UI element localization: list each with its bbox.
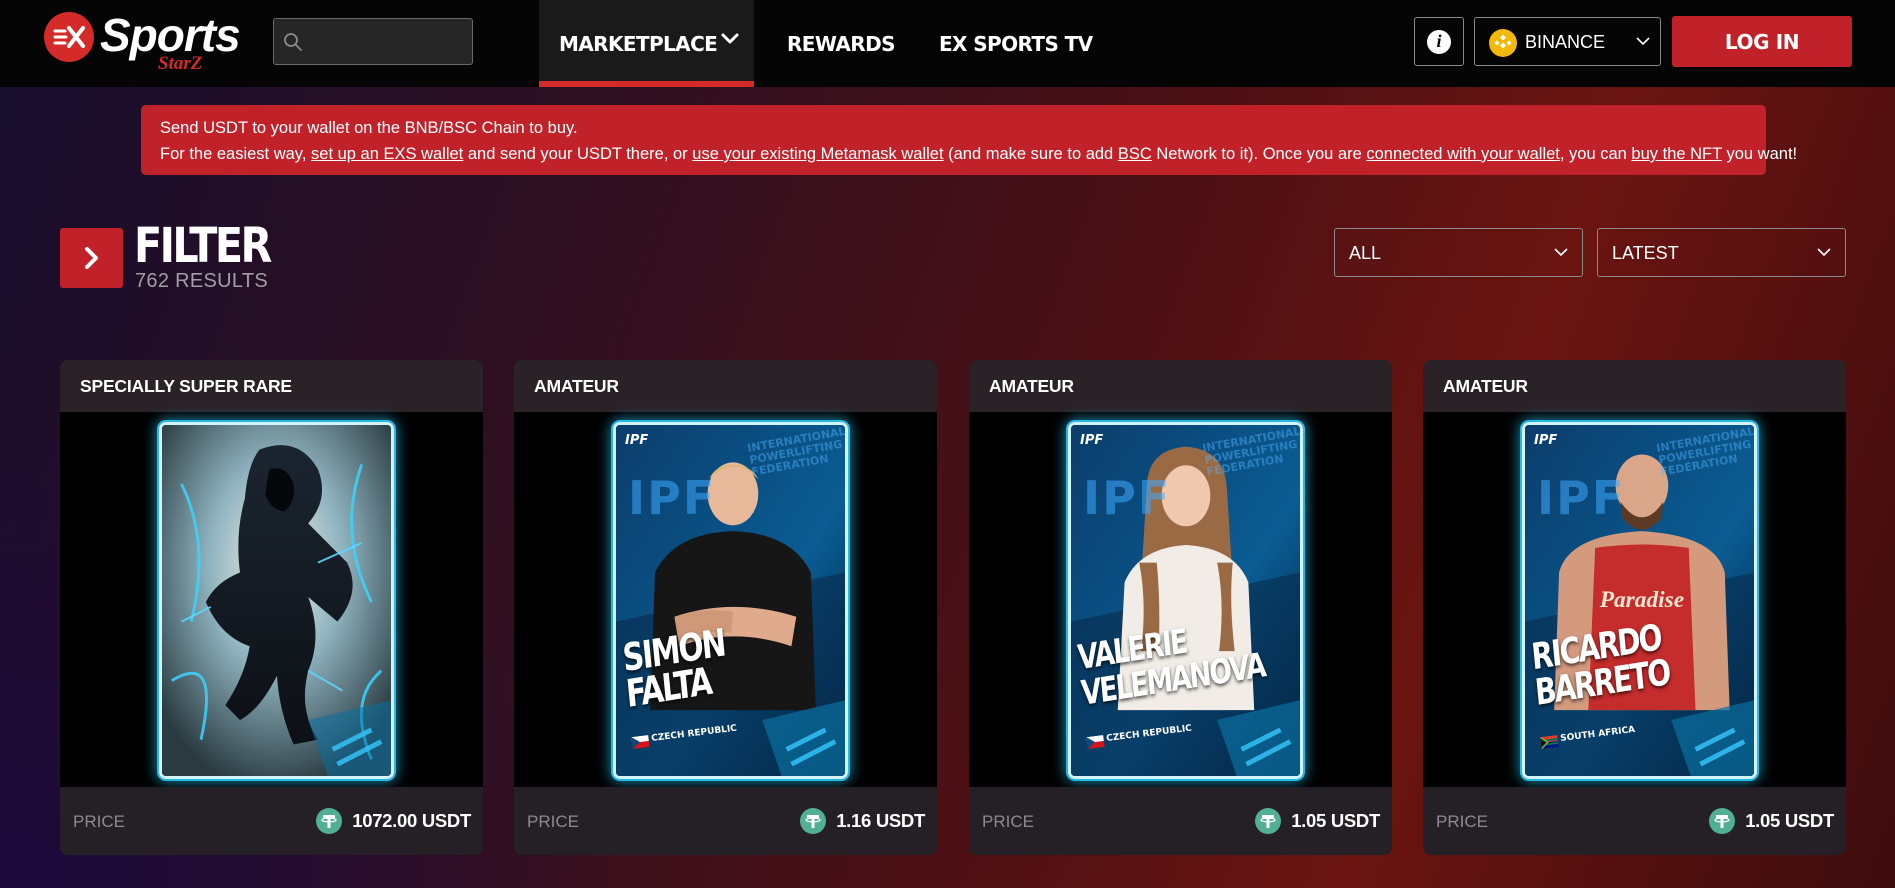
- connect-wallet-link[interactable]: connected with your wallet: [1366, 145, 1560, 163]
- chevron-down-icon: [1636, 37, 1650, 46]
- flag-south-africa-icon: [1540, 735, 1559, 749]
- price: 1.16 USDT: [800, 807, 925, 835]
- info-button[interactable]: i: [1414, 17, 1464, 66]
- notice-text: and send your USDT there, or: [463, 145, 693, 163]
- nft-artwork-hooded-runner: [159, 422, 394, 779]
- results-count: 762 RESULTS: [135, 270, 268, 292]
- nft-card[interactable]: AMATEUR IPF IPF INTERNATIONAL POWERLIFTI…: [514, 360, 937, 855]
- card-footer: PRICE 1072.00 USDT: [60, 787, 483, 855]
- notice-line-2: For the easiest way, set up an EXS walle…: [160, 141, 1797, 167]
- price-label: PRICE: [73, 812, 125, 831]
- ipf-watermark: IPF: [1083, 471, 1172, 525]
- card-rarity: AMATEUR: [1443, 376, 1528, 396]
- chain-selected-label: BINANCE: [1525, 32, 1606, 52]
- tether-icon: [1709, 808, 1736, 834]
- card-footer: PRICE 1.05 USDT: [1423, 787, 1846, 855]
- ipf-watermark: IPF: [1537, 471, 1626, 525]
- search-input[interactable]: [308, 27, 466, 57]
- notice-text: Network to it). Once you are: [1151, 145, 1367, 163]
- card-footer: PRICE 1.16 USDT: [514, 787, 937, 855]
- hooded-runner-art: [162, 425, 391, 776]
- tether-icon: [316, 808, 343, 834]
- card-image-area: [60, 412, 483, 787]
- nav-ex-sports-tv[interactable]: EX SPORTS TV: [939, 0, 1093, 87]
- nft-artwork-player: IPF IPF INTERNATIONAL POWERLIFTING FEDER…: [1068, 422, 1303, 779]
- logo-ex-mark: [44, 12, 94, 62]
- metamask-wallet-link[interactable]: use your existing Metamask wallet: [692, 145, 943, 163]
- flag-czech-icon: [1086, 735, 1105, 749]
- price-value: 1072.00 USDT: [352, 810, 471, 831]
- bsc-network-link[interactable]: BSC: [1118, 145, 1152, 163]
- card-rarity: AMATEUR: [989, 376, 1074, 396]
- filter-title: FILTER: [134, 218, 272, 274]
- nft-card[interactable]: AMATEUR Paradise IPF IPF INTERNATIONAL P…: [1423, 360, 1846, 855]
- buy-nft-link[interactable]: buy the NFT: [1631, 145, 1721, 163]
- logo-sub-text: StarZ: [158, 53, 203, 74]
- info-icon: i: [1427, 29, 1451, 54]
- price-value: 1.05 USDT: [1291, 810, 1380, 831]
- top-header: Sports StarZ MARKETPLACE REWARDS EX SPOR…: [0, 0, 1895, 87]
- notice-text: you want!: [1721, 145, 1798, 163]
- nav-marketplace-label: MARKETPLACE: [559, 31, 718, 56]
- bnb-icon: [1489, 29, 1517, 57]
- notice-line-1: Send USDT to your wallet on the BNB/BSC …: [160, 119, 578, 137]
- ipf-badge: IPF: [1534, 433, 1558, 448]
- filter-toggle-button[interactable]: [60, 228, 123, 288]
- card-image-area: IPF IPF INTERNATIONAL POWERLIFTING FEDER…: [969, 412, 1392, 787]
- nft-artwork-player: IPF IPF INTERNATIONAL POWERLIFTING FEDER…: [613, 422, 848, 779]
- nft-artwork-player: Paradise IPF IPF INTERNATIONAL POWERLIFT…: [1522, 422, 1757, 779]
- svg-text:Paradise: Paradise: [1599, 587, 1684, 613]
- card-footer: PRICE 1.05 USDT: [969, 787, 1392, 855]
- price-label: PRICE: [1436, 812, 1488, 831]
- price: 1072.00 USDT: [316, 807, 471, 835]
- login-button[interactable]: LOG IN: [1672, 16, 1852, 67]
- notice-text: (and make sure to add: [943, 145, 1118, 163]
- search-box: [273, 18, 473, 65]
- site-logo[interactable]: Sports StarZ: [44, 8, 244, 76]
- price: 1.05 USDT: [1709, 807, 1834, 835]
- nav-rewards[interactable]: REWARDS: [787, 0, 896, 87]
- chevron-down-icon: [1554, 248, 1568, 257]
- ipf-watermark: IPF: [628, 471, 717, 525]
- card-header: SPECIALLY SUPER RARE: [60, 360, 483, 412]
- chain-select[interactable]: BINANCE: [1474, 17, 1661, 66]
- wallet-notice-banner: Send USDT to your wallet on the BNB/BSC …: [141, 105, 1797, 175]
- nft-card[interactable]: AMATEUR IPF IPF INTERNATIONAL POWERLIFTI…: [969, 360, 1392, 855]
- card-image-area: Paradise IPF IPF INTERNATIONAL POWERLIFT…: [1423, 412, 1846, 787]
- notice-text: For the easiest way,: [160, 145, 312, 163]
- sort-select-value: LATEST: [1612, 243, 1679, 263]
- chevron-down-icon: [1817, 248, 1831, 257]
- card-header: AMATEUR: [514, 360, 937, 412]
- card-rarity: AMATEUR: [534, 376, 619, 396]
- notice-text: , you can: [1559, 145, 1632, 163]
- price-label: PRICE: [982, 812, 1034, 831]
- setup-exs-wallet-link[interactable]: set up an EXS wallet: [311, 145, 463, 163]
- flag-czech-icon: [631, 735, 650, 749]
- card-image-area: IPF IPF INTERNATIONAL POWERLIFTING FEDER…: [514, 412, 937, 787]
- category-select-value: ALL: [1349, 243, 1382, 263]
- chevron-down-icon: [721, 33, 739, 44]
- search-icon: [284, 33, 302, 51]
- nav-marketplace[interactable]: MARKETPLACE: [539, 0, 754, 87]
- card-header: AMATEUR: [1423, 360, 1846, 412]
- chevron-right-icon: [84, 247, 98, 269]
- price-value: 1.16 USDT: [836, 810, 925, 831]
- price-value: 1.05 USDT: [1745, 810, 1834, 831]
- tether-icon: [1255, 808, 1282, 834]
- category-select[interactable]: ALL: [1334, 228, 1583, 277]
- tether-icon: [800, 808, 827, 834]
- sort-select[interactable]: LATEST: [1597, 228, 1846, 277]
- ipf-badge: IPF: [1080, 433, 1104, 448]
- price: 1.05 USDT: [1255, 807, 1380, 835]
- ipf-badge: IPF: [625, 433, 649, 448]
- card-rarity: SPECIALLY SUPER RARE: [80, 376, 292, 396]
- card-header: AMATEUR: [969, 360, 1392, 412]
- price-label: PRICE: [527, 812, 579, 831]
- nft-card[interactable]: SPECIALLY SUPER RARE PRICE 1072.00 USDT: [60, 360, 483, 855]
